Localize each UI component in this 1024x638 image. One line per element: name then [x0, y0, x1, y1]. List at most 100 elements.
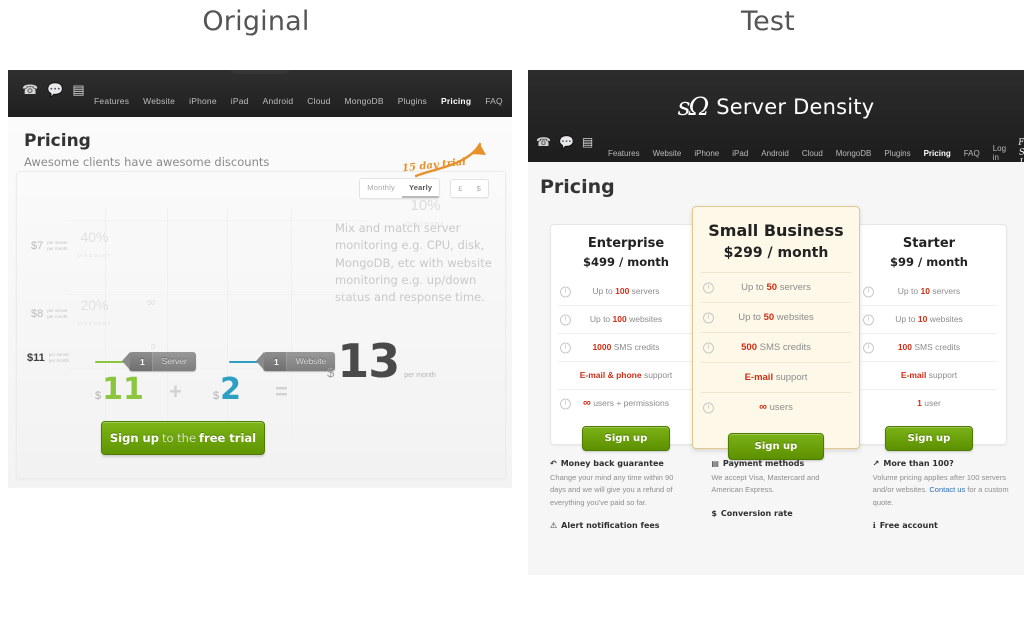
info-icon[interactable]: i: [703, 402, 714, 413]
nav-item-iphone[interactable]: iPhone: [694, 149, 719, 158]
nav-item-pricing[interactable]: Pricing: [924, 149, 951, 158]
nav-item-pricing[interactable]: Pricing: [441, 96, 471, 106]
plan-price: $499 / month: [583, 255, 669, 269]
plan-name: Small Business: [708, 221, 844, 240]
plan-price: $99 / month: [890, 255, 968, 269]
nav-item-log-in[interactable]: Log in: [993, 144, 1006, 162]
info-icon: ℹ: [872, 521, 876, 531]
info-icon[interactable]: i: [560, 314, 571, 325]
tier-unit: per server per month: [47, 240, 68, 251]
nav-item-mongodb[interactable]: MongoDB: [345, 96, 384, 106]
site-logo[interactable]: sΩ Server Density: [528, 92, 1024, 121]
nav-item-plugins[interactable]: Plugins: [398, 96, 427, 106]
toggle-usd[interactable]: $: [470, 180, 488, 197]
plan-signup-button[interactable]: Sign up: [582, 426, 670, 451]
note-title-row: ▤ Payment methods: [711, 459, 850, 468]
feature-text: Up to: [897, 286, 921, 296]
feature-text: SMS credits: [912, 342, 961, 352]
toggle-monthly[interactable]: Monthly: [360, 179, 402, 198]
tier-discount-label: DISCOUNT: [77, 321, 112, 326]
nav-item-faq[interactable]: FAQ: [485, 96, 503, 106]
tier-discount: 20% DISCOUNT: [78, 298, 112, 330]
nav-item-plugins[interactable]: Plugins: [884, 149, 910, 158]
note-footer-row[interactable]: ℹ Free account: [873, 521, 1012, 530]
phone-icon[interactable]: ☎: [22, 83, 38, 96]
feature-text: websites: [774, 312, 814, 323]
note-footer-label: Alert notification fees: [561, 521, 660, 531]
right-social-icons: ☎ 💬 ▤: [536, 136, 593, 148]
info-icon[interactable]: i: [703, 312, 714, 323]
website-subtotal-amount: 2: [220, 372, 241, 407]
website-slider[interactable]: 1 Website: [229, 352, 336, 371]
note-footer-row[interactable]: $ Conversion rate: [711, 509, 850, 518]
total-currency: $: [327, 365, 335, 380]
nav-item-features[interactable]: Features: [94, 96, 129, 106]
feature-highlight: 50: [766, 282, 778, 293]
plan-name: Starter: [902, 236, 956, 251]
feature-text: servers: [629, 286, 660, 296]
plan-feature: i Up to 10 servers: [861, 278, 997, 305]
plan-feature: i 100 SMS credits: [861, 333, 997, 361]
free-trial-pre: Sign up: [109, 431, 159, 445]
tier-row: $11 per server per month: [27, 352, 69, 364]
contact-us-link[interactable]: Contact us: [929, 485, 965, 494]
tier-discount: 40% DISCOUNT: [78, 230, 112, 262]
info-icon[interactable]: i: [560, 398, 571, 409]
chat-icon[interactable]: 💬: [47, 83, 63, 96]
toggle-gbp[interactable]: £: [451, 180, 469, 197]
undo-icon: ↶: [550, 459, 557, 468]
feature-highlight: E-mail & phone: [579, 370, 642, 380]
nav-item-cloud[interactable]: Cloud: [802, 149, 823, 158]
nav-item-ipad[interactable]: iPad: [231, 96, 249, 106]
feature-text: Up to: [741, 282, 767, 293]
feature-text: Up to: [895, 314, 918, 324]
left-page-title: Pricing: [24, 131, 91, 151]
left-page-heading: Pricing Awesome clients have awesome dis…: [24, 131, 269, 169]
plan-card-small-business: Small Business $299 / month i Up to 50 serv…: [692, 206, 860, 460]
tier-unit: per server per month: [47, 308, 68, 319]
left-navbar: ☎ 💬 ▤ Features Website iPhone iPad Android Cl…: [8, 70, 512, 117]
info-icon[interactable]: i: [560, 286, 571, 297]
nav-item-website[interactable]: Website: [653, 149, 682, 158]
nav-item-iphone[interactable]: iPhone: [189, 96, 217, 106]
nav-item-android[interactable]: Android: [761, 149, 789, 158]
feature-text: Up to: [589, 314, 613, 324]
tier-price: $8: [31, 308, 44, 320]
nav-item-features[interactable]: Features: [608, 149, 640, 158]
note-title-row: ↶ Money back guarantee: [550, 459, 689, 468]
feature-text: SMS credits: [757, 342, 811, 353]
info-icon[interactable]: i: [863, 314, 874, 325]
right-page-body: Pricing Enterprise $499 / month i Up to 100…: [528, 162, 1024, 575]
free-trial-button[interactable]: Sign up to the free trial: [101, 421, 265, 455]
tier-discount-value: 20%: [80, 297, 109, 313]
plan-feature-list: i Up to 50 servers i Up to 50 websites i 500 …: [701, 272, 851, 422]
server-slider-handle[interactable]: 1 Server: [122, 352, 196, 371]
website-slider-handle[interactable]: 1 Website: [255, 352, 336, 371]
note-footer-row[interactable]: ⚠ Alert notification fees: [550, 521, 689, 530]
feature-text: user: [921, 398, 941, 408]
plan-signup-button[interactable]: Sign up: [728, 433, 824, 460]
rss-icon[interactable]: ▤: [582, 136, 593, 148]
feature-highlight: 50: [763, 312, 775, 323]
info-icon[interactable]: i: [863, 342, 874, 353]
chat-icon[interactable]: 💬: [559, 136, 574, 148]
info-icon[interactable]: i: [560, 342, 571, 353]
plan-signup-button[interactable]: Sign up: [885, 426, 973, 451]
nav-item-faq[interactable]: FAQ: [964, 149, 980, 158]
phone-icon[interactable]: ☎: [536, 136, 551, 148]
axis-tick-label: 50: [147, 300, 155, 307]
nav-item-cloud[interactable]: Cloud: [307, 96, 330, 106]
note-body: Volume pricing applies after 100 servers…: [872, 473, 1009, 507]
note-column: ↶ Money back guarantee Change your mind an…: [550, 459, 689, 530]
nav-item-android[interactable]: Android: [263, 96, 294, 106]
server-slider[interactable]: 1 Server: [95, 352, 196, 371]
rss-icon[interactable]: ▤: [72, 83, 84, 96]
plus-operator: +: [169, 379, 182, 404]
navbar-notch: [230, 70, 290, 74]
nav-item-mongodb[interactable]: MongoDB: [836, 149, 872, 158]
info-icon[interactable]: i: [863, 286, 874, 297]
nav-item-website[interactable]: Website: [143, 96, 175, 106]
info-icon[interactable]: i: [703, 342, 714, 353]
info-icon[interactable]: i: [703, 282, 714, 293]
nav-item-ipad[interactable]: iPad: [732, 149, 748, 158]
